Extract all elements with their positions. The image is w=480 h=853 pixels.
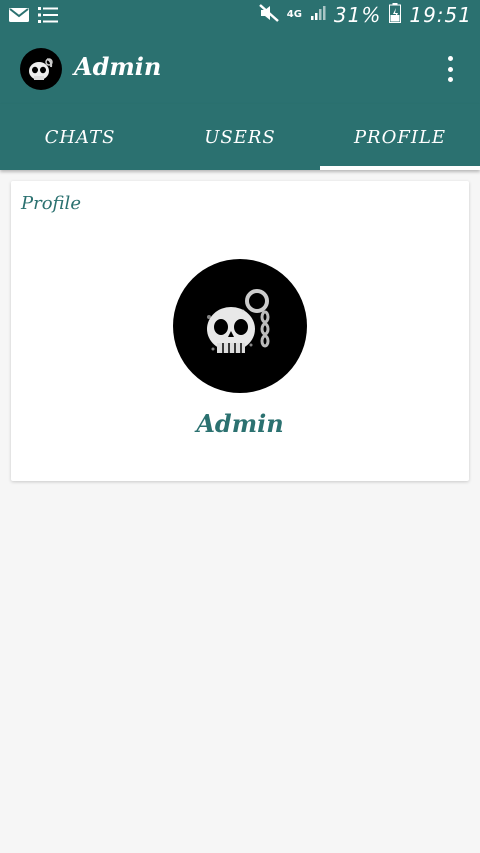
- tab-chats[interactable]: CHATS: [0, 104, 160, 170]
- battery-percent: 31%: [333, 3, 382, 27]
- signal-icon: [310, 5, 326, 25]
- mute-icon: [258, 4, 279, 26]
- section-label: Profile: [21, 193, 81, 214]
- status-bar: 4G 31% 19:51: [0, 0, 480, 34]
- app-bar: Admin: [0, 34, 480, 104]
- skull-avatar-icon: [29, 58, 53, 80]
- app-title: Admin: [74, 52, 162, 81]
- network-type: 4G: [286, 9, 302, 20]
- avatar[interactable]: [20, 48, 62, 90]
- profile-avatar[interactable]: [173, 259, 307, 393]
- list-icon: [38, 6, 58, 28]
- skull-avatar-icon: [207, 289, 270, 353]
- clock: 19:51: [409, 3, 472, 27]
- profile-card: Profile Admin: [11, 181, 469, 481]
- tab-bar: CHATS USERS PROFILE: [0, 104, 480, 170]
- battery-icon: [389, 3, 402, 27]
- profile-name: Admin: [196, 409, 284, 438]
- overflow-menu-icon[interactable]: [438, 56, 462, 82]
- tab-profile[interactable]: PROFILE: [320, 104, 480, 170]
- mail-icon: [8, 7, 30, 27]
- tab-users[interactable]: USERS: [160, 104, 320, 170]
